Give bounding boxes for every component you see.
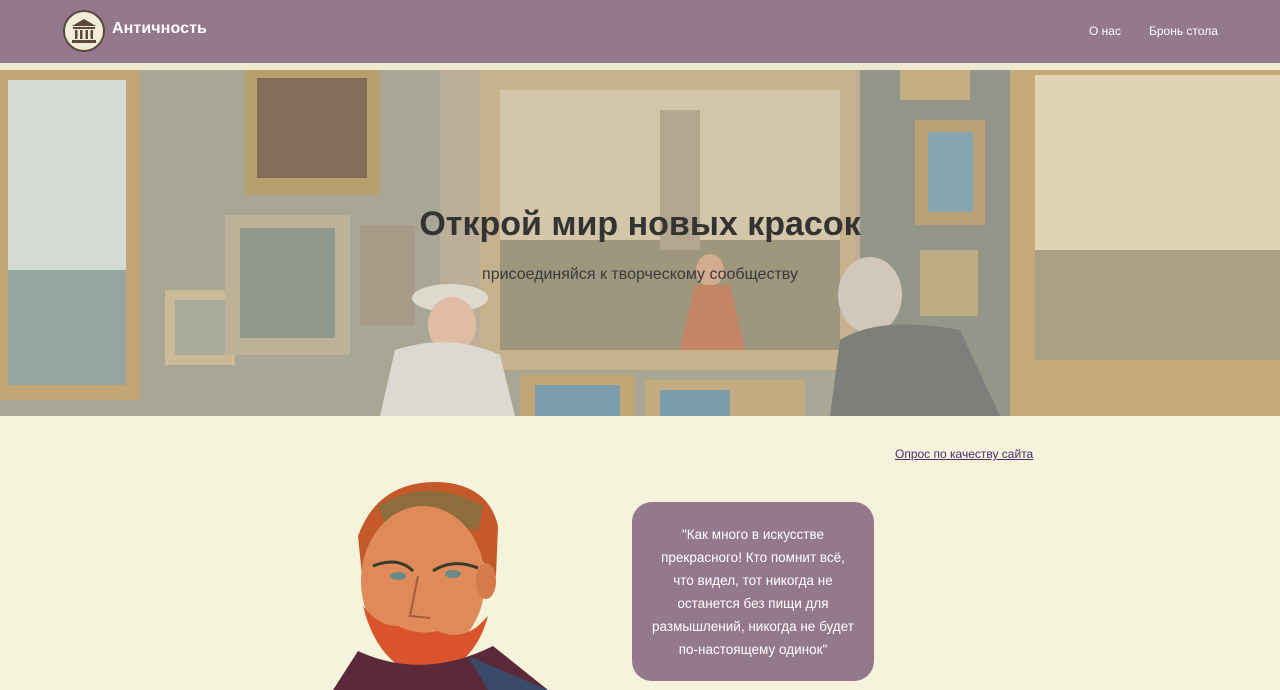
- top-navbar: Античность О нас Бронь стола: [0, 0, 1280, 63]
- hero-title: Открой мир новых красок: [419, 205, 861, 243]
- van-gogh-portrait-image: [333, 481, 548, 690]
- quote-card: "Как много в искусстве прекрасного! Кто …: [632, 502, 874, 681]
- quote-text: "Как много в искусстве прекрасного! Кто …: [652, 526, 854, 657]
- hero-banner: Открой мир новых красок присоединяйся к …: [0, 70, 1280, 416]
- museum-logo-icon[interactable]: [63, 10, 105, 52]
- hero-subtitle: присоединяйся к творческому сообществу: [482, 266, 798, 283]
- brand-name[interactable]: Античность: [112, 20, 207, 38]
- survey-link[interactable]: Опрос по качеству сайта: [895, 447, 1033, 461]
- nav-link-table-booking[interactable]: Бронь стола: [1149, 24, 1218, 38]
- nav-link-about[interactable]: О нас: [1089, 24, 1121, 38]
- header-divider: [0, 63, 1280, 70]
